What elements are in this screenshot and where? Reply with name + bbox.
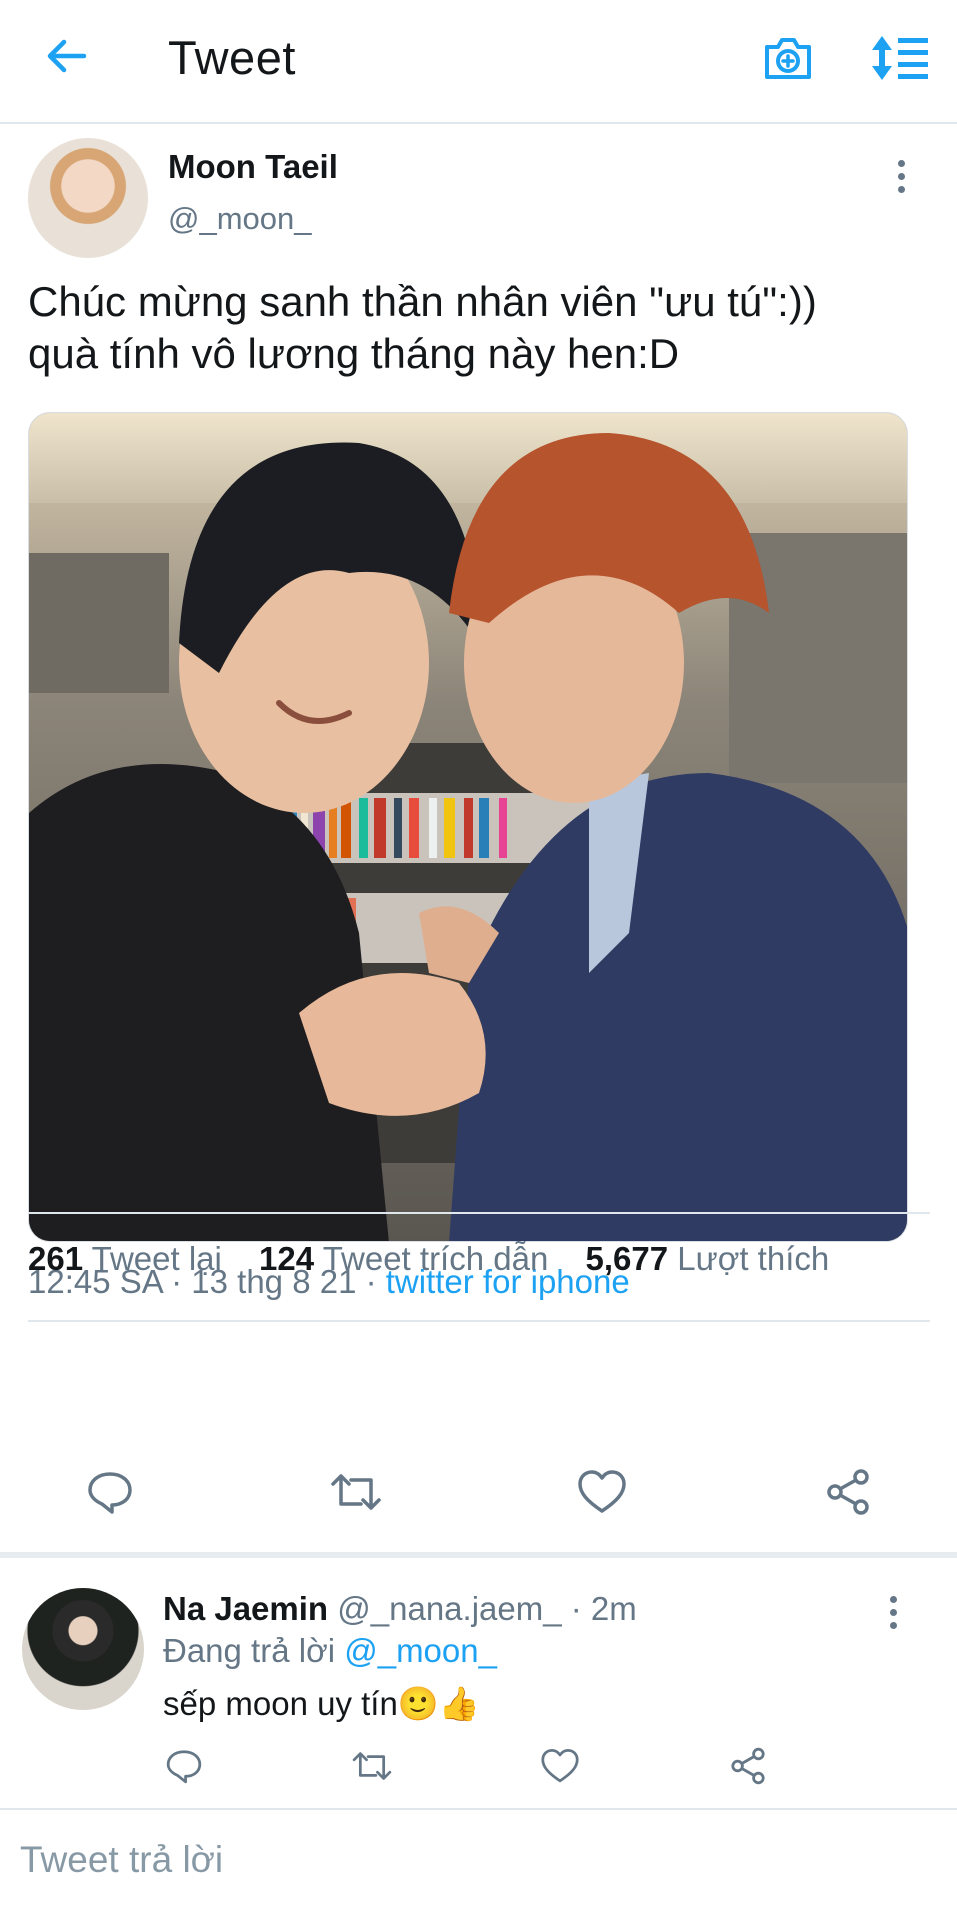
retweets-stat[interactable]: 261 Tweet lại (28, 1240, 222, 1277)
replying-to-mention[interactable]: @_moon_ (344, 1632, 497, 1669)
reply-like-button[interactable] (534, 1740, 586, 1792)
like-button[interactable] (570, 1460, 634, 1524)
reply-input[interactable] (20, 1832, 920, 1888)
tweet-text: Chúc mừng sanh thần nhân viên "ưu tú":))… (28, 276, 918, 380)
retweets-label: Tweet lại (91, 1240, 222, 1277)
tweet-photo[interactable] (28, 412, 908, 1242)
more-dot-icon (897, 172, 905, 180)
reply-handle-time: @_nana.jaem_ · 2m (328, 1590, 637, 1627)
replying-to-label: Đang trả lời (163, 1632, 345, 1669)
more-dot-icon (897, 159, 905, 167)
reply-button[interactable] (78, 1460, 142, 1524)
like-icon (541, 1748, 579, 1783)
arrow-left-icon (47, 39, 87, 73)
top-app-bar: Tweet (0, 0, 957, 124)
reply-retweet-button[interactable] (346, 1740, 398, 1792)
sort-button[interactable] (870, 28, 930, 88)
divider (28, 1320, 930, 1322)
likes-label: Lượt thích (677, 1240, 830, 1277)
reply-icon (88, 1472, 132, 1514)
tweet-stats: 261 Tweet lại 124 Tweet trích dẫn 5,677 … (28, 1240, 857, 1278)
more-dot-icon (897, 185, 905, 193)
more-dot-icon (889, 1595, 897, 1603)
reply-header: Na Jaemin @_nana.jaem_ · 2m (163, 1590, 637, 1628)
photo-illustration (29, 413, 907, 1241)
reply-avatar[interactable] (22, 1588, 144, 1710)
back-button[interactable] (38, 28, 94, 84)
reply-more-options-button[interactable] (873, 1592, 913, 1632)
quotes-count: 124 (259, 1240, 315, 1277)
quotes-label: Tweet trích dẫn (322, 1240, 549, 1277)
retweets-count: 261 (28, 1240, 84, 1277)
reply-author-name[interactable]: Na Jaemin (163, 1590, 328, 1627)
tweet-actions (0, 1460, 957, 1530)
reply-share-button[interactable] (722, 1740, 774, 1792)
likes-count: 5,677 (585, 1240, 669, 1277)
reply-icon (166, 1750, 202, 1784)
page-title: Tweet (168, 31, 296, 84)
reply-text: sếp moon uy tín🙂👍 (163, 1685, 480, 1722)
share-icon (731, 1747, 765, 1785)
camera-button[interactable] (758, 28, 818, 88)
likes-stat[interactable]: 5,677 Lượt thích (585, 1240, 829, 1277)
retweet-icon (352, 1752, 392, 1780)
tweet-text-line-1: Chúc mừng sanh thần nhân viên "ưu tú":)) (28, 278, 817, 325)
author-name[interactable]: Moon Taeil (168, 148, 338, 186)
reply-composer (0, 1810, 957, 1920)
section-separator (0, 1552, 957, 1558)
tweet-text-line-2: quà tính vô lương tháng này hen:D (28, 330, 680, 377)
more-dot-icon (889, 1608, 897, 1616)
reply-actions (0, 1740, 957, 1796)
quotes-stat[interactable]: 124 Tweet trích dẫn (259, 1240, 548, 1277)
retweet-icon (331, 1474, 381, 1510)
camera-plus-icon (765, 38, 811, 79)
reply-reply-button[interactable] (158, 1740, 210, 1792)
retweet-button[interactable] (324, 1460, 388, 1524)
more-dot-icon (889, 1621, 897, 1629)
like-icon (578, 1470, 626, 1513)
replying-to: Đang trả lời @_moon_ (163, 1632, 497, 1670)
share-button[interactable] (816, 1460, 880, 1524)
author-avatar[interactable] (28, 138, 148, 258)
share-icon (827, 1469, 869, 1515)
divider (28, 1212, 930, 1214)
sort-icon (872, 36, 928, 80)
more-options-button[interactable] (881, 156, 921, 196)
author-handle[interactable]: @_moon_ (168, 201, 312, 237)
